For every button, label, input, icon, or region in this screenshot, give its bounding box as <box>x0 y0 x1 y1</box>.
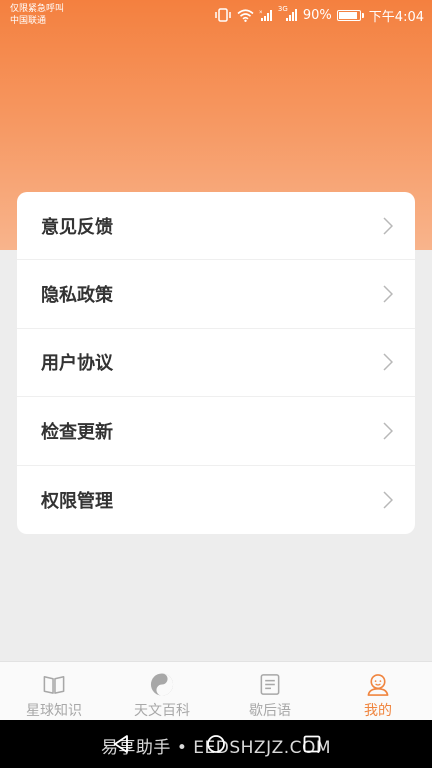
yin-yang-icon <box>150 673 174 696</box>
clock: 下午4:04 <box>368 9 424 25</box>
menu-item-check-update[interactable]: 检查更新 <box>17 397 415 466</box>
menu-item-user-agreement[interactable]: 用户协议 <box>17 329 415 398</box>
menu-item-permissions[interactable]: 权限管理 <box>17 466 415 534</box>
watermark: 易享助手 • EEDSHZJZ.COM <box>100 738 332 758</box>
menu-item-label: 权限管理 <box>41 490 113 512</box>
tab-xiehouyu[interactable]: 歇后语 <box>216 662 324 720</box>
status-icons: × 3G 90% 下午4:04 <box>214 5 424 25</box>
chevron-right-icon <box>383 285 393 303</box>
vibrate-icon <box>215 8 231 22</box>
battery-percent: 90% <box>302 7 332 23</box>
tab-mine[interactable]: 我的 <box>324 662 432 720</box>
book-icon <box>43 676 65 694</box>
tab-label: 我的 <box>364 703 392 719</box>
tab-label: 歇后语 <box>249 703 291 719</box>
menu-item-privacy-policy[interactable]: 隐私政策 <box>17 260 415 329</box>
menu-item-label: 隐私政策 <box>41 285 113 307</box>
tab-astronomy-encyclopedia[interactable]: 天文百科 <box>108 662 216 720</box>
chevron-right-icon <box>383 217 393 235</box>
bottom-tab-bar: 星球知识 天文百科 歇后语 我的 <box>0 661 432 720</box>
chevron-right-icon <box>383 422 393 440</box>
menu-item-label: 检查更新 <box>41 421 113 443</box>
battery-icon <box>336 9 364 21</box>
menu-item-label: 意见反馈 <box>41 216 113 238</box>
carrier-info: 仅限紧急呼叫 中国联通 <box>10 3 64 27</box>
menu-item-label: 用户协议 <box>41 353 113 375</box>
signal-icon-1: × <box>259 9 272 21</box>
svg-text:×: × <box>259 10 263 16</box>
tab-label: 天文百科 <box>134 703 190 719</box>
wifi-icon <box>237 8 254 22</box>
chevron-right-icon <box>383 353 393 371</box>
menu-item-feedback[interactable]: 意见反馈 <box>17 192 415 261</box>
settings-menu: 意见反馈 隐私政策 用户协议 检查更新 权限管理 <box>17 192 415 534</box>
carrier-line-2: 中国联通 <box>10 16 47 26</box>
chevron-right-icon <box>383 491 393 509</box>
signal-icon-2: 3G <box>278 5 298 22</box>
profile-icon <box>367 674 389 696</box>
tab-planet-knowledge[interactable]: 星球知识 <box>0 662 108 720</box>
carrier-line-1: 仅限紧急呼叫 <box>10 4 65 14</box>
document-icon <box>260 674 280 695</box>
tab-label: 星球知识 <box>26 703 82 719</box>
status-bar: 仅限紧急呼叫 中国联通 × 3G 90% 下午4:04 <box>0 0 432 32</box>
